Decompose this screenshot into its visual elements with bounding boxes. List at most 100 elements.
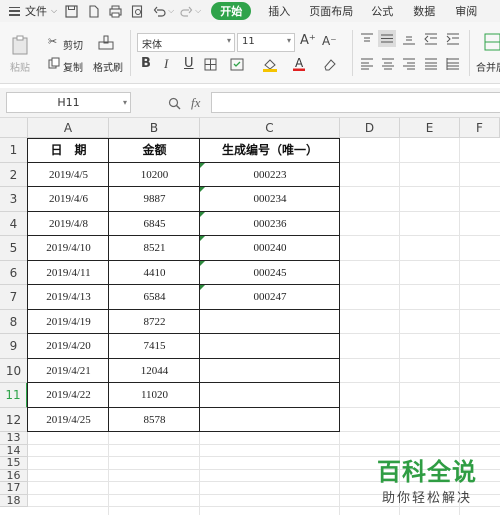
cell-C2[interactable]: 000223 [200,163,340,188]
align-center-icon[interactable] [381,58,395,70]
align-top-icon[interactable] [360,33,374,45]
column-header-D[interactable]: D [340,118,400,138]
tab-insert[interactable]: 插入 [268,3,290,19]
undo-dropdown-icon[interactable]: ⌵ [168,6,174,16]
column-header-A[interactable]: A [28,118,109,138]
file-menu[interactable]: 文件 [25,3,47,19]
chevron-down-icon[interactable]: ⌵ [51,6,57,16]
cell-C6[interactable]: 000245 [200,261,340,286]
cell-C12[interactable] [200,408,340,433]
column-header-E[interactable]: E [400,118,460,138]
shrink-font-icon[interactable]: A⁻ [322,34,337,48]
borders-icon[interactable] [204,58,217,71]
font-name-select[interactable]: 宋体 ▾ [137,33,235,52]
header-cell-B[interactable]: 金额 [109,138,200,163]
row-header-18[interactable]: 18 [0,494,28,507]
save-icon[interactable] [65,4,78,18]
scissors-icon[interactable]: ✂ [48,35,57,49]
row-header-7[interactable]: 7 [0,285,28,310]
cell-B5[interactable]: 8521 [109,236,200,261]
cell-C9[interactable] [200,334,340,359]
cell-A3[interactable]: 2019/4/6 [28,187,109,212]
cell-B4[interactable]: 6845 [109,212,200,237]
cell-C7[interactable]: 000247 [200,285,340,310]
row-header-6[interactable]: 6 [0,260,28,285]
indent-increase-icon[interactable] [446,33,460,45]
tab-review[interactable]: 审阅 [455,3,477,19]
print-icon[interactable] [109,5,122,18]
column-header-B[interactable]: B [109,118,200,138]
print-preview-icon[interactable] [131,4,144,18]
copy-button[interactable]: 复制 [63,59,83,74]
cell-B10[interactable]: 12044 [109,359,200,384]
cell-B8[interactable]: 8722 [109,310,200,335]
row-header-13[interactable]: 13 [0,431,28,445]
cell-A12[interactable]: 2019/4/25 [28,408,109,433]
merge-center-button[interactable]: 合并居 [476,59,500,74]
header-cell-A[interactable]: 日 期 [28,138,109,163]
align-right-icon[interactable] [402,58,416,70]
cell-C11[interactable] [200,383,340,408]
row-header-5[interactable]: 5 [0,236,28,261]
redo-dropdown-icon[interactable]: ⌵ [195,6,201,16]
row-header-11[interactable]: 11 [0,383,28,408]
row-header-1[interactable]: 1 [0,138,28,163]
tab-data[interactable]: 数据 [413,3,435,19]
align-middle-icon[interactable] [378,30,396,47]
tab-home[interactable]: 开始 [211,2,252,20]
cell-style-icon[interactable] [230,58,244,71]
bold-button[interactable]: B [141,57,151,71]
row-header-15[interactable]: 15 [0,456,28,470]
zoom-icon[interactable] [168,97,181,110]
row-header-2[interactable]: 2 [0,162,28,187]
italic-button[interactable]: I [164,57,168,71]
cell-A7[interactable]: 2019/4/13 [28,285,109,310]
row-header-8[interactable]: 8 [0,309,28,334]
cell-B12[interactable]: 8578 [109,408,200,433]
cell-A11[interactable]: 2019/4/22 [28,383,109,408]
cell-A4[interactable]: 2019/4/8 [28,212,109,237]
format-painter-button[interactable]: 格式刷 [93,59,123,74]
paste-icon[interactable] [10,34,32,56]
font-color-icon[interactable]: A [292,56,306,72]
cell-B3[interactable]: 9887 [109,187,200,212]
export-pdf-icon[interactable] [87,4,100,18]
copy-icon[interactable] [48,57,60,69]
tab-page-layout[interactable]: 页面布局 [309,3,353,19]
indent-decrease-icon[interactable] [424,33,438,45]
cell-A10[interactable]: 2019/4/21 [28,359,109,384]
cut-button[interactable]: 剪切 [63,37,83,52]
cell-A8[interactable]: 2019/4/19 [28,310,109,335]
font-size-select[interactable]: 11 ▾ [237,33,295,52]
align-bottom-icon[interactable] [402,33,416,45]
cell-C5[interactable]: 000240 [200,236,340,261]
row-header-12[interactable]: 12 [0,407,28,432]
cell-C3[interactable]: 000234 [200,187,340,212]
cell-C10[interactable] [200,359,340,384]
cell-A9[interactable]: 2019/4/20 [28,334,109,359]
cell-B7[interactable]: 6584 [109,285,200,310]
grow-font-icon[interactable]: A⁺ [300,34,316,48]
select-all-corner[interactable] [0,118,28,138]
insert-function-icon[interactable]: fx [191,95,200,111]
cell-B6[interactable]: 4410 [109,261,200,286]
row-header-10[interactable]: 10 [0,358,28,383]
row-header-17[interactable]: 17 [0,481,28,495]
clear-format-icon[interactable] [323,58,337,71]
row-header-3[interactable]: 3 [0,187,28,212]
paste-button[interactable]: 粘贴 [10,59,30,74]
redo-icon[interactable] [180,5,193,18]
distributed-align-icon[interactable] [446,58,460,70]
row-header-4[interactable]: 4 [0,211,28,236]
merge-center-icon[interactable] [484,33,500,53]
header-cell-C[interactable]: 生成编号（唯一） [200,138,340,163]
cell-A6[interactable]: 2019/4/11 [28,261,109,286]
align-left-icon[interactable] [360,58,374,70]
format-painter-icon[interactable] [97,34,115,54]
cell-A2[interactable]: 2019/4/5 [28,163,109,188]
cell-B2[interactable]: 10200 [109,163,200,188]
cell-A5[interactable]: 2019/4/10 [28,236,109,261]
formula-input[interactable] [211,92,500,113]
undo-icon[interactable] [153,5,166,18]
justify-icon[interactable] [424,58,438,70]
